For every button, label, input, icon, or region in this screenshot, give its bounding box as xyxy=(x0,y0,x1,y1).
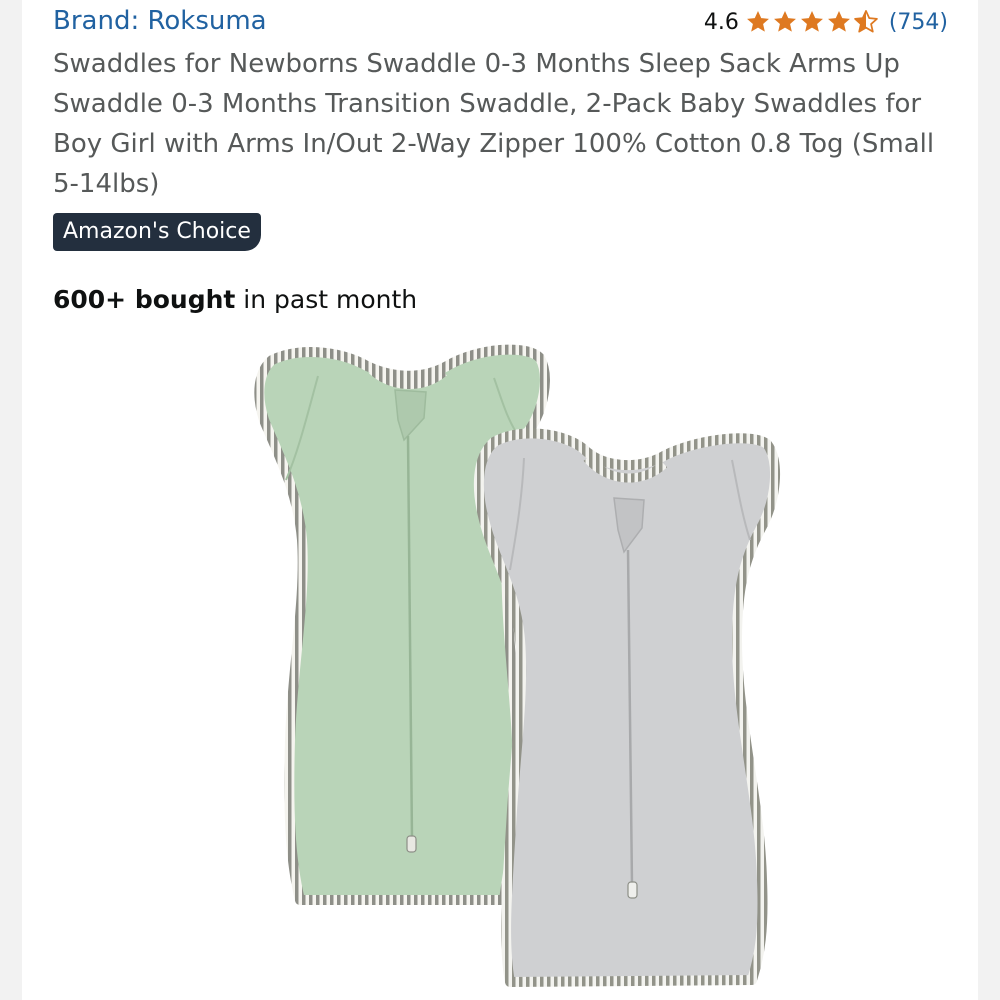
bought-suffix: in past month xyxy=(235,285,418,314)
bought-count: 600+ bought xyxy=(53,285,236,314)
rating-value: 4.6 xyxy=(703,9,739,35)
rating-summary[interactable]: 4.6 (754) xyxy=(704,6,948,38)
product-title: Swaddles for Newborns Swaddle 0-3 Months… xyxy=(53,49,935,199)
product-page: Brand: Roksuma 4.6 (754) Swaddles for Ne… xyxy=(22,0,978,1000)
star-icon-half xyxy=(854,10,878,33)
star-icon-full-3 xyxy=(800,10,823,32)
green-swaddle xyxy=(254,344,550,905)
star-rating[interactable] xyxy=(745,9,879,35)
bought-in-past-month: 600+ bought in past month xyxy=(53,282,417,318)
amazons-choice-badge[interactable]: Amazon's Choice xyxy=(53,213,261,251)
rating-count-link[interactable]: (754) xyxy=(889,10,948,35)
brand-link[interactable]: Brand: Roksuma xyxy=(53,6,267,36)
gray-swaddle xyxy=(473,428,781,987)
star-icon-full-2 xyxy=(773,10,796,32)
star-icon-full-4 xyxy=(827,10,850,32)
star-icon-full-1 xyxy=(746,10,769,32)
product-image[interactable] xyxy=(232,340,792,1000)
